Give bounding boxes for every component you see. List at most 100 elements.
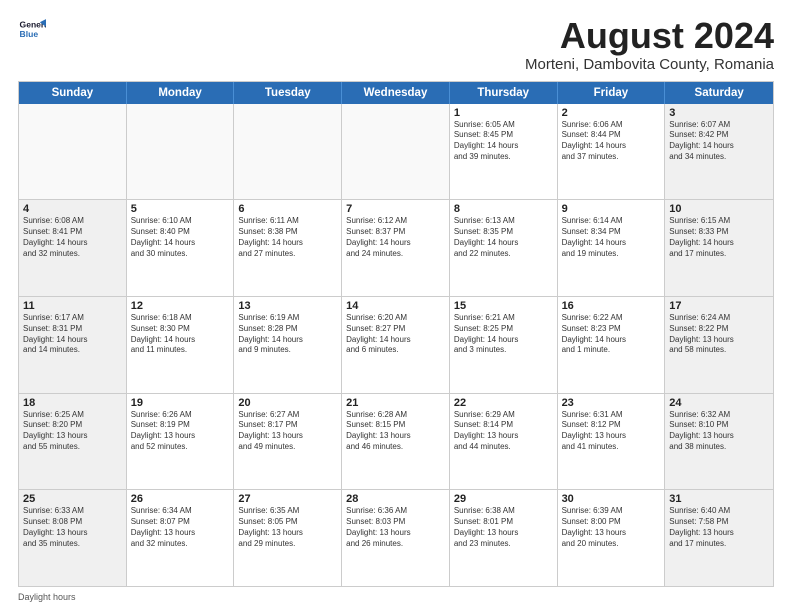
cell-sun-info: Sunrise: 6:32 AM Sunset: 8:10 PM Dayligh…	[669, 410, 769, 453]
calendar-cell: 9Sunrise: 6:14 AM Sunset: 8:34 PM Daylig…	[558, 200, 666, 296]
day-number: 30	[562, 493, 661, 505]
cell-sun-info: Sunrise: 6:26 AM Sunset: 8:19 PM Dayligh…	[131, 410, 230, 453]
day-number: 13	[238, 300, 337, 312]
day-number: 7	[346, 203, 445, 215]
calendar-cell: 20Sunrise: 6:27 AM Sunset: 8:17 PM Dayli…	[234, 394, 342, 490]
day-number: 31	[669, 493, 769, 505]
calendar-cell: 23Sunrise: 6:31 AM Sunset: 8:12 PM Dayli…	[558, 394, 666, 490]
weekday-header: Saturday	[665, 82, 773, 104]
calendar-cell: 10Sunrise: 6:15 AM Sunset: 8:33 PM Dayli…	[665, 200, 773, 296]
calendar-cell: 25Sunrise: 6:33 AM Sunset: 8:08 PM Dayli…	[19, 490, 127, 586]
calendar-cell: 4Sunrise: 6:08 AM Sunset: 8:41 PM Daylig…	[19, 200, 127, 296]
cell-sun-info: Sunrise: 6:08 AM Sunset: 8:41 PM Dayligh…	[23, 216, 122, 259]
cell-sun-info: Sunrise: 6:10 AM Sunset: 8:40 PM Dayligh…	[131, 216, 230, 259]
day-number: 22	[454, 397, 553, 409]
cell-sun-info: Sunrise: 6:15 AM Sunset: 8:33 PM Dayligh…	[669, 216, 769, 259]
cell-sun-info: Sunrise: 6:06 AM Sunset: 8:44 PM Dayligh…	[562, 120, 661, 163]
calendar-cell: 29Sunrise: 6:38 AM Sunset: 8:01 PM Dayli…	[450, 490, 558, 586]
cell-sun-info: Sunrise: 6:29 AM Sunset: 8:14 PM Dayligh…	[454, 410, 553, 453]
day-number: 17	[669, 300, 769, 312]
day-number: 2	[562, 107, 661, 119]
calendar-cell: 22Sunrise: 6:29 AM Sunset: 8:14 PM Dayli…	[450, 394, 558, 490]
calendar-cell: 2Sunrise: 6:06 AM Sunset: 8:44 PM Daylig…	[558, 104, 666, 200]
cell-sun-info: Sunrise: 6:11 AM Sunset: 8:38 PM Dayligh…	[238, 216, 337, 259]
day-number: 29	[454, 493, 553, 505]
calendar-cell	[127, 104, 235, 200]
day-number: 5	[131, 203, 230, 215]
calendar-cell: 12Sunrise: 6:18 AM Sunset: 8:30 PM Dayli…	[127, 297, 235, 393]
footer: Daylight hours	[18, 592, 774, 602]
cell-sun-info: Sunrise: 6:39 AM Sunset: 8:00 PM Dayligh…	[562, 506, 661, 549]
cell-sun-info: Sunrise: 6:31 AM Sunset: 8:12 PM Dayligh…	[562, 410, 661, 453]
calendar-cell: 15Sunrise: 6:21 AM Sunset: 8:25 PM Dayli…	[450, 297, 558, 393]
day-number: 18	[23, 397, 122, 409]
calendar-cell: 24Sunrise: 6:32 AM Sunset: 8:10 PM Dayli…	[665, 394, 773, 490]
cell-sun-info: Sunrise: 6:38 AM Sunset: 8:01 PM Dayligh…	[454, 506, 553, 549]
calendar-header: SundayMondayTuesdayWednesdayThursdayFrid…	[19, 82, 773, 104]
day-number: 21	[346, 397, 445, 409]
day-number: 1	[454, 107, 553, 119]
cell-sun-info: Sunrise: 6:24 AM Sunset: 8:22 PM Dayligh…	[669, 313, 769, 356]
calendar-cell: 6Sunrise: 6:11 AM Sunset: 8:38 PM Daylig…	[234, 200, 342, 296]
calendar-cell: 28Sunrise: 6:36 AM Sunset: 8:03 PM Dayli…	[342, 490, 450, 586]
cell-sun-info: Sunrise: 6:07 AM Sunset: 8:42 PM Dayligh…	[669, 120, 769, 163]
cell-sun-info: Sunrise: 6:12 AM Sunset: 8:37 PM Dayligh…	[346, 216, 445, 259]
calendar: SundayMondayTuesdayWednesdayThursdayFrid…	[18, 81, 774, 587]
day-number: 27	[238, 493, 337, 505]
footer-text: Daylight hours	[18, 592, 76, 602]
cell-sun-info: Sunrise: 6:34 AM Sunset: 8:07 PM Dayligh…	[131, 506, 230, 549]
day-number: 19	[131, 397, 230, 409]
cell-sun-info: Sunrise: 6:13 AM Sunset: 8:35 PM Dayligh…	[454, 216, 553, 259]
calendar-cell: 13Sunrise: 6:19 AM Sunset: 8:28 PM Dayli…	[234, 297, 342, 393]
cell-sun-info: Sunrise: 6:17 AM Sunset: 8:31 PM Dayligh…	[23, 313, 122, 356]
cell-sun-info: Sunrise: 6:18 AM Sunset: 8:30 PM Dayligh…	[131, 313, 230, 356]
day-number: 9	[562, 203, 661, 215]
day-number: 20	[238, 397, 337, 409]
cell-sun-info: Sunrise: 6:33 AM Sunset: 8:08 PM Dayligh…	[23, 506, 122, 549]
calendar-week-row: 11Sunrise: 6:17 AM Sunset: 8:31 PM Dayli…	[19, 297, 773, 394]
page: General Blue August 2024 Morteni, Dambov…	[0, 0, 792, 612]
day-number: 6	[238, 203, 337, 215]
calendar-week-row: 25Sunrise: 6:33 AM Sunset: 8:08 PM Dayli…	[19, 490, 773, 586]
calendar-cell	[234, 104, 342, 200]
cell-sun-info: Sunrise: 6:21 AM Sunset: 8:25 PM Dayligh…	[454, 313, 553, 356]
day-number: 14	[346, 300, 445, 312]
weekday-header: Thursday	[450, 82, 558, 104]
calendar-cell: 1Sunrise: 6:05 AM Sunset: 8:45 PM Daylig…	[450, 104, 558, 200]
cell-sun-info: Sunrise: 6:20 AM Sunset: 8:27 PM Dayligh…	[346, 313, 445, 356]
calendar-cell: 31Sunrise: 6:40 AM Sunset: 7:58 PM Dayli…	[665, 490, 773, 586]
day-number: 11	[23, 300, 122, 312]
calendar-week-row: 4Sunrise: 6:08 AM Sunset: 8:41 PM Daylig…	[19, 200, 773, 297]
day-number: 16	[562, 300, 661, 312]
weekday-header: Wednesday	[342, 82, 450, 104]
day-number: 10	[669, 203, 769, 215]
title-block: August 2024 Morteni, Dambovita County, R…	[525, 16, 774, 73]
calendar-cell	[19, 104, 127, 200]
calendar-cell: 17Sunrise: 6:24 AM Sunset: 8:22 PM Dayli…	[665, 297, 773, 393]
day-number: 15	[454, 300, 553, 312]
calendar-cell: 18Sunrise: 6:25 AM Sunset: 8:20 PM Dayli…	[19, 394, 127, 490]
day-number: 25	[23, 493, 122, 505]
calendar-cell: 11Sunrise: 6:17 AM Sunset: 8:31 PM Dayli…	[19, 297, 127, 393]
day-number: 24	[669, 397, 769, 409]
day-number: 4	[23, 203, 122, 215]
day-number: 23	[562, 397, 661, 409]
weekday-header: Friday	[558, 82, 666, 104]
calendar-cell: 21Sunrise: 6:28 AM Sunset: 8:15 PM Dayli…	[342, 394, 450, 490]
svg-text:Blue: Blue	[20, 29, 39, 39]
month-title: August 2024	[525, 16, 774, 56]
calendar-cell: 19Sunrise: 6:26 AM Sunset: 8:19 PM Dayli…	[127, 394, 235, 490]
location-subtitle: Morteni, Dambovita County, Romania	[525, 56, 774, 73]
cell-sun-info: Sunrise: 6:27 AM Sunset: 8:17 PM Dayligh…	[238, 410, 337, 453]
calendar-cell: 16Sunrise: 6:22 AM Sunset: 8:23 PM Dayli…	[558, 297, 666, 393]
cell-sun-info: Sunrise: 6:35 AM Sunset: 8:05 PM Dayligh…	[238, 506, 337, 549]
calendar-cell	[342, 104, 450, 200]
logo: General Blue	[18, 16, 46, 44]
day-number: 12	[131, 300, 230, 312]
calendar-cell: 3Sunrise: 6:07 AM Sunset: 8:42 PM Daylig…	[665, 104, 773, 200]
calendar-body: 1Sunrise: 6:05 AM Sunset: 8:45 PM Daylig…	[19, 104, 773, 586]
cell-sun-info: Sunrise: 6:25 AM Sunset: 8:20 PM Dayligh…	[23, 410, 122, 453]
header: General Blue August 2024 Morteni, Dambov…	[18, 16, 774, 73]
calendar-week-row: 1Sunrise: 6:05 AM Sunset: 8:45 PM Daylig…	[19, 104, 773, 201]
cell-sun-info: Sunrise: 6:19 AM Sunset: 8:28 PM Dayligh…	[238, 313, 337, 356]
